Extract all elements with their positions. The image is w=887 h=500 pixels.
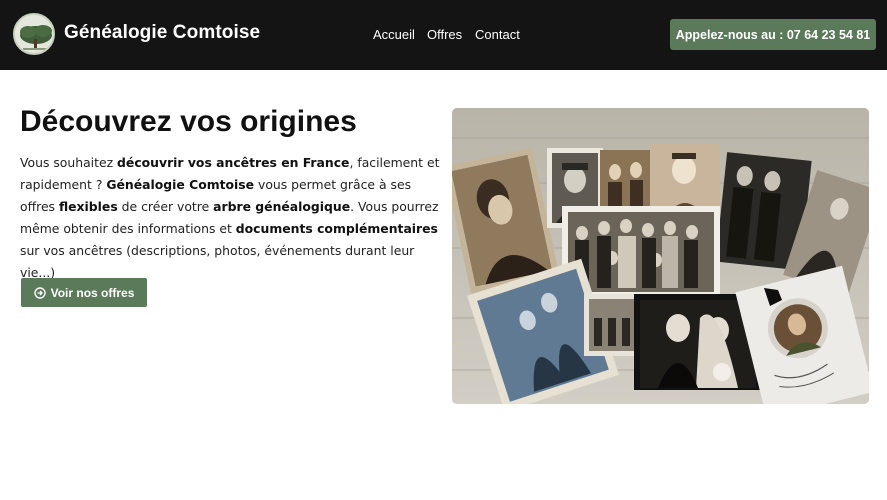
- hero-intro: Vous souhaitez découvrir vos ancêtres en…: [20, 152, 440, 284]
- hero-title: Découvrez vos origines: [20, 105, 357, 138]
- intro-emphasis: arbre généalogique: [213, 199, 351, 214]
- navbar: Généalogie Comtoise Accueil Offres Conta…: [0, 0, 887, 70]
- call-button[interactable]: Appelez-nous au : 07 64 23 54 81: [670, 19, 876, 50]
- intro-emphasis: documents complémentaires: [235, 221, 438, 236]
- nav-contact[interactable]: Contact: [475, 27, 520, 42]
- see-offers-button[interactable]: Voir nos offres: [21, 278, 147, 307]
- intro-text: sur vos ancêtres (descriptions, photos, …: [20, 243, 415, 280]
- nav-offres[interactable]: Offres: [427, 27, 462, 42]
- intro-text: de créer votre: [117, 199, 214, 214]
- see-offers-label: Voir nos offres: [50, 285, 135, 300]
- intro-text: Vous souhaitez: [20, 155, 118, 170]
- nav-accueil[interactable]: Accueil: [373, 27, 415, 42]
- old-family-photos-image: [452, 108, 869, 404]
- intro-emphasis: flexibles: [58, 199, 118, 214]
- intro-emphasis: découvrir vos ancêtres en France: [117, 155, 350, 170]
- arrow-circle-right-icon: [33, 286, 46, 299]
- intro-emphasis: Généalogie Comtoise: [106, 177, 255, 192]
